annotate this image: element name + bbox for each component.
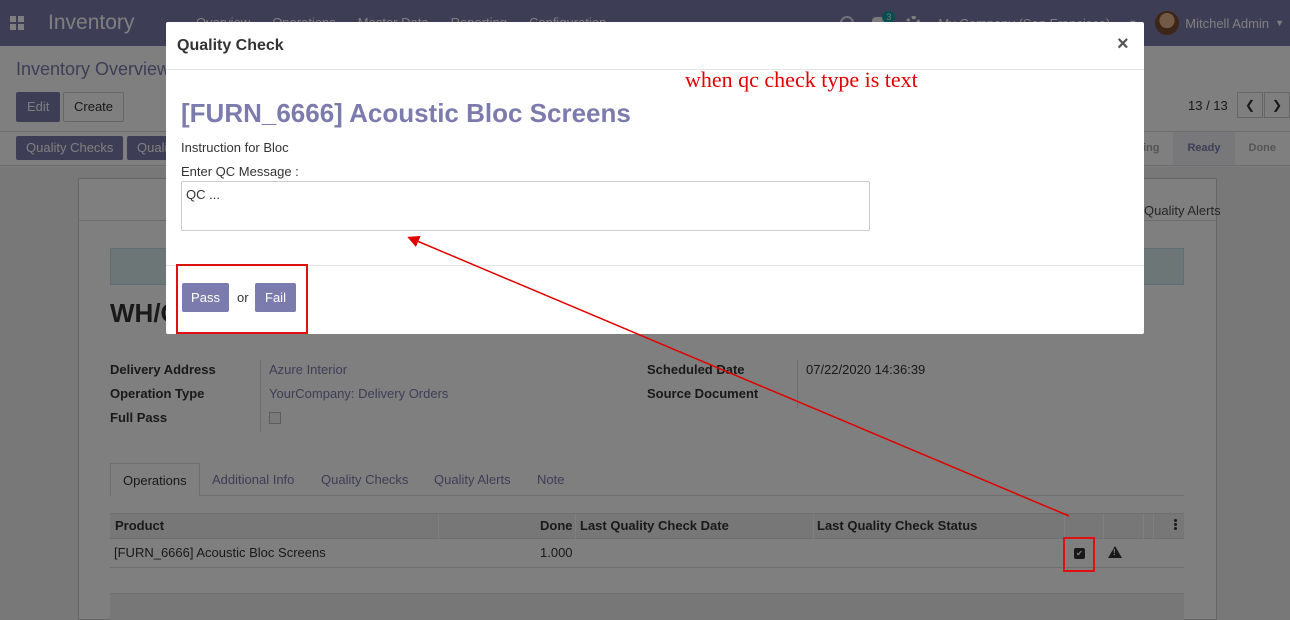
annotation-arrow <box>407 235 1070 517</box>
